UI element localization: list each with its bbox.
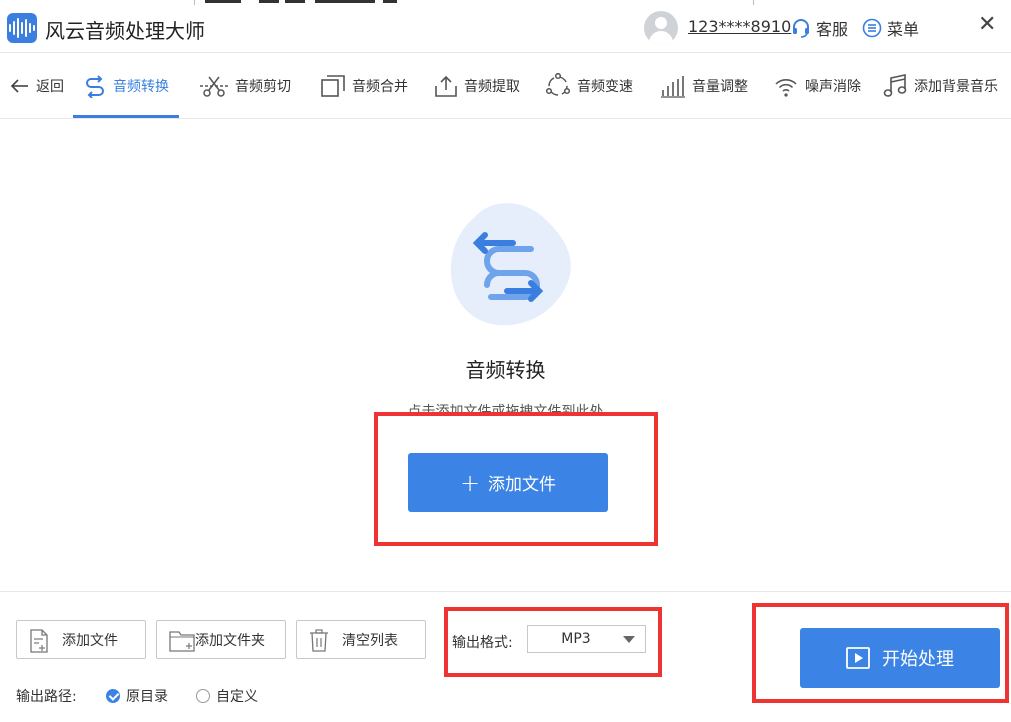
highlight-box-format xyxy=(444,607,662,677)
add-file-label: 添加文件 xyxy=(62,632,118,649)
music-note-icon xyxy=(883,73,907,97)
clear-list-button[interactable]: 清空列表 xyxy=(296,620,426,659)
add-folder-label: 添加文件夹 xyxy=(195,632,265,649)
app-logo-icon xyxy=(7,13,37,43)
close-button[interactable]: ✕ xyxy=(978,14,996,36)
audio-convert-illustration[interactable] xyxy=(447,199,575,329)
tab-volume-adjust[interactable]: 音量调整 xyxy=(660,53,748,118)
back-label: 返回 xyxy=(36,78,64,95)
tab-noise-removal[interactable]: 噪声消除 xyxy=(773,53,861,118)
user-account-link[interactable]: 123****8910 xyxy=(688,17,791,36)
radio-custom-label: 自定义 xyxy=(216,689,258,705)
scissors-icon xyxy=(200,76,228,97)
list-menu-icon xyxy=(862,18,882,38)
tab-label: 音频变速 xyxy=(577,78,633,95)
user-avatar[interactable] xyxy=(644,11,678,45)
speed-circle-icon xyxy=(545,72,571,96)
merge-squares-icon xyxy=(321,74,345,97)
radio-custom-dir[interactable]: 自定义 xyxy=(196,686,258,706)
highlight-box-add-file xyxy=(374,412,658,546)
menu-label: 菜单 xyxy=(887,20,920,39)
radio-original-dir[interactable]: 原目录 xyxy=(106,686,168,706)
tab-label: 音频转换 xyxy=(113,78,169,95)
tab-label: 音频提取 xyxy=(464,78,520,95)
tab-audio-cut[interactable]: 音频剪切 xyxy=(199,53,291,118)
feature-toolbar: 返回 音频转换 音频剪切 音频合并 音频提取 音频变速 音量调整 噪声消除 添加… xyxy=(0,53,1011,119)
title-bar: 风云音频处理大师 123****8910 客服 菜单 ✕ xyxy=(0,5,1011,52)
clear-list-label: 清空列表 xyxy=(342,632,398,649)
wifi-signal-icon xyxy=(775,78,797,97)
tab-audio-extract[interactable]: 音频提取 xyxy=(434,53,520,118)
volume-bars-icon xyxy=(661,75,685,98)
radio-unchecked-icon xyxy=(196,689,210,703)
tab-label: 噪声消除 xyxy=(805,78,861,95)
radio-checked-icon xyxy=(106,689,120,703)
highlight-box-start xyxy=(752,603,1009,703)
tab-audio-speed[interactable]: 音频变速 xyxy=(545,53,633,118)
tab-audio-merge[interactable]: 音频合并 xyxy=(320,53,408,118)
radio-original-label: 原目录 xyxy=(126,689,168,705)
output-path-label: 输出路径: xyxy=(16,689,77,705)
add-file-button[interactable]: 添加文件 xyxy=(16,620,146,659)
app-title: 风云音频处理大师 xyxy=(45,19,205,43)
back-button[interactable]: 返回 xyxy=(10,53,64,118)
arrow-left-icon xyxy=(10,78,28,93)
support-label: 客服 xyxy=(816,20,849,39)
headset-icon xyxy=(793,19,809,38)
convert-arrows-icon xyxy=(86,74,104,98)
tab-audio-convert[interactable]: 音频转换 xyxy=(73,53,179,118)
tab-label: 音频合并 xyxy=(352,78,408,95)
support-button[interactable]: 客服 xyxy=(790,16,848,40)
tab-label: 音频剪切 xyxy=(235,78,291,95)
tab-label: 音量调整 xyxy=(692,78,748,95)
add-folder-button[interactable]: 添加文件夹 xyxy=(156,620,286,659)
feature-title: 音频转换 xyxy=(465,358,546,382)
tab-label: 添加背景音乐 xyxy=(914,78,998,95)
menu-button[interactable]: 菜单 xyxy=(862,16,919,40)
upload-tray-icon xyxy=(435,75,457,97)
tab-add-background-music[interactable]: 添加背景音乐 xyxy=(882,53,998,118)
